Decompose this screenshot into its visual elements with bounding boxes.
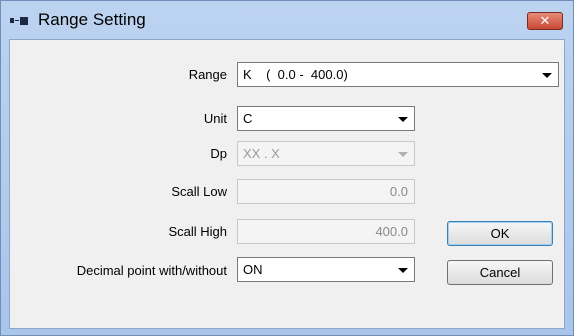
scall-high-label: Scall High [168, 224, 227, 239]
cancel-button[interactable]: Cancel [447, 260, 553, 285]
unit-value: C [243, 111, 253, 126]
range-label: Range [188, 67, 227, 82]
dp-label: Dp [210, 146, 227, 161]
scall-low-value: 0.0 [389, 184, 408, 199]
scall-high-input: 400.0 [237, 219, 415, 244]
decimal-point-dropdown[interactable]: ON [237, 257, 415, 282]
window-title: Range Setting [38, 10, 146, 29]
close-button[interactable]: ✕ [527, 12, 563, 30]
decimal-point-label: Decimal point with/without [76, 263, 227, 278]
chevron-down-icon [398, 152, 408, 157]
scall-low-label: Scall Low [171, 184, 227, 199]
range-setting-dialog: Range Setting ✕ Range K ( 0.0 - 400.0) U… [0, 0, 574, 336]
close-icon: ✕ [539, 13, 551, 29]
app-icon [10, 17, 30, 25]
decimal-point-value: ON [243, 262, 263, 277]
chevron-down-icon [398, 117, 408, 122]
range-value: K ( 0.0 - 400.0) [243, 67, 348, 82]
unit-label: Unit [203, 111, 227, 126]
ok-button[interactable]: OK [447, 221, 553, 246]
scall-low-input: 0.0 [237, 179, 415, 204]
dp-value: XX . X [243, 146, 280, 161]
unit-dropdown[interactable]: C [237, 106, 415, 131]
title-bar[interactable]: Range Setting ✕ [1, 1, 573, 39]
range-dropdown[interactable]: K ( 0.0 - 400.0) [237, 62, 559, 87]
dp-dropdown: XX . X [237, 141, 415, 166]
chevron-down-icon [542, 73, 552, 78]
scall-high-value: 400.0 [375, 224, 408, 239]
chevron-down-icon [398, 268, 408, 273]
